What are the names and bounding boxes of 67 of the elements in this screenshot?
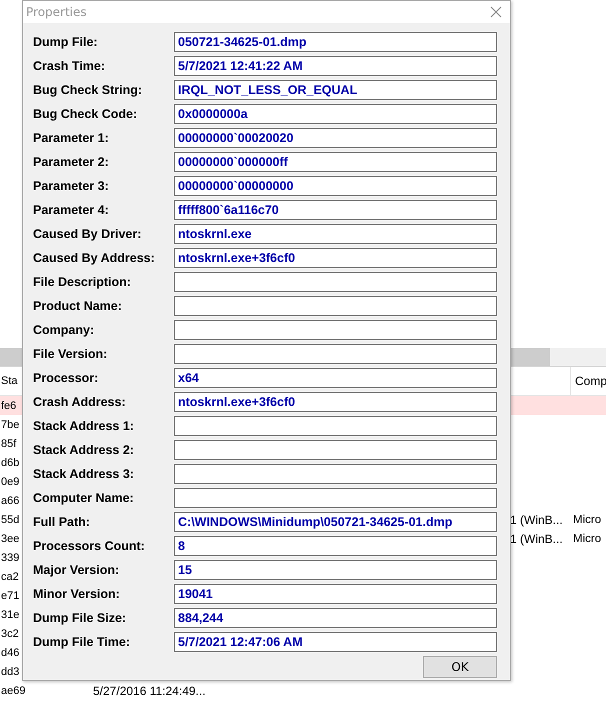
- field-label: Minor Version:: [33, 587, 121, 601]
- text-field[interactable]: [174, 416, 497, 436]
- field-label: Parameter 4:: [33, 203, 110, 217]
- text-field[interactable]: [174, 296, 497, 316]
- text-field[interactable]: 884,244: [174, 608, 497, 628]
- text-field[interactable]: C:\WINDOWS\Minidump\050721-34625-01.dmp: [174, 512, 497, 532]
- text-field[interactable]: 19041: [174, 584, 497, 604]
- field-label: Computer Name:: [33, 491, 135, 505]
- text-field[interactable]: 5/7/2021 12:41:22 AM: [174, 56, 497, 76]
- table-cell-text: Micro: [572, 514, 602, 526]
- text-field[interactable]: [174, 320, 497, 340]
- field-label: Dump File Time:: [33, 635, 132, 649]
- field-label: Crash Time:: [33, 59, 106, 73]
- field-label: Stack Address 3:: [33, 467, 135, 481]
- field-label: Major Version:: [33, 563, 120, 577]
- field-label: Stack Address 2:: [33, 443, 135, 457]
- field-label: Bug Check String:: [33, 83, 144, 97]
- field-label: File Description:: [33, 275, 132, 289]
- ok-button[interactable]: OK: [423, 656, 497, 678]
- text-field[interactable]: [174, 440, 497, 460]
- list-row[interactable]: ae69 5/27/2016 11:24:49...: [0, 681, 606, 700]
- field-label: File Version:: [33, 347, 108, 361]
- field-label: Dump File Size:: [33, 611, 128, 625]
- field-label: Stack Address 1:: [33, 419, 135, 433]
- table-cell: 1 (WinB...: [510, 512, 563, 526]
- field-label: Bug Check Code:: [33, 107, 138, 121]
- text-field[interactable]: fffff800`6a116c70: [174, 200, 497, 220]
- field-label: Caused By Driver:: [33, 227, 142, 241]
- field-label: Parameter 1:: [33, 131, 110, 145]
- text-field[interactable]: x64: [174, 368, 497, 388]
- field-label: Caused By Address:: [33, 251, 156, 265]
- field-label: Parameter 2:: [33, 155, 110, 169]
- field-label: Processor:: [33, 371, 100, 385]
- text-field[interactable]: [174, 488, 497, 508]
- text-field[interactable]: [174, 272, 497, 292]
- close-icon[interactable]: [490, 6, 502, 18]
- field-label: Parameter 3:: [33, 179, 110, 193]
- table-cell: 339: [0, 552, 20, 564]
- text-field[interactable]: 00000000`00020020: [174, 128, 497, 148]
- field-label: Company:: [33, 323, 96, 337]
- table-cell: ae69: [0, 684, 26, 696]
- window-title: Properties: [26, 5, 87, 19]
- text-field[interactable]: [174, 464, 497, 484]
- text-field[interactable]: 8: [174, 536, 497, 556]
- table-cell: fe6: [0, 400, 16, 412]
- field-label: Full Path:: [33, 515, 91, 529]
- text-field[interactable]: 050721-34625-01.dmp: [174, 32, 497, 52]
- text-field[interactable]: 00000000`000000ff: [174, 152, 497, 172]
- column-header[interactable]: Sta: [0, 375, 18, 387]
- table-cell: 5/27/2016 11:24:49...: [93, 684, 206, 698]
- text-field[interactable]: 00000000`00000000: [174, 176, 497, 196]
- table-cell-text: Micro: [572, 532, 602, 544]
- text-field[interactable]: ntoskrnl.exe: [174, 224, 497, 244]
- text-field[interactable]: IRQL_NOT_LESS_OR_EQUAL: [174, 80, 497, 100]
- text-field[interactable]: 5/7/2021 12:47:06 AM: [174, 632, 497, 652]
- table-cell: 3ee: [0, 532, 20, 544]
- field-label: Dump File:: [33, 35, 99, 49]
- text-field[interactable]: [174, 344, 497, 364]
- field-label: Processors Count:: [33, 539, 146, 553]
- field-label: Product Name:: [33, 299, 123, 313]
- table-cell: 1 (WinB...: [510, 532, 563, 546]
- text-field[interactable]: 15: [174, 560, 497, 580]
- field-label: Crash Address:: [33, 395, 127, 409]
- text-field[interactable]: ntoskrnl.exe+3f6cf0: [174, 248, 497, 268]
- table-cell: d6b: [0, 456, 20, 468]
- text-field[interactable]: 0x0000000a: [174, 104, 497, 124]
- text-field[interactable]: ntoskrnl.exe+3f6cf0: [174, 392, 497, 412]
